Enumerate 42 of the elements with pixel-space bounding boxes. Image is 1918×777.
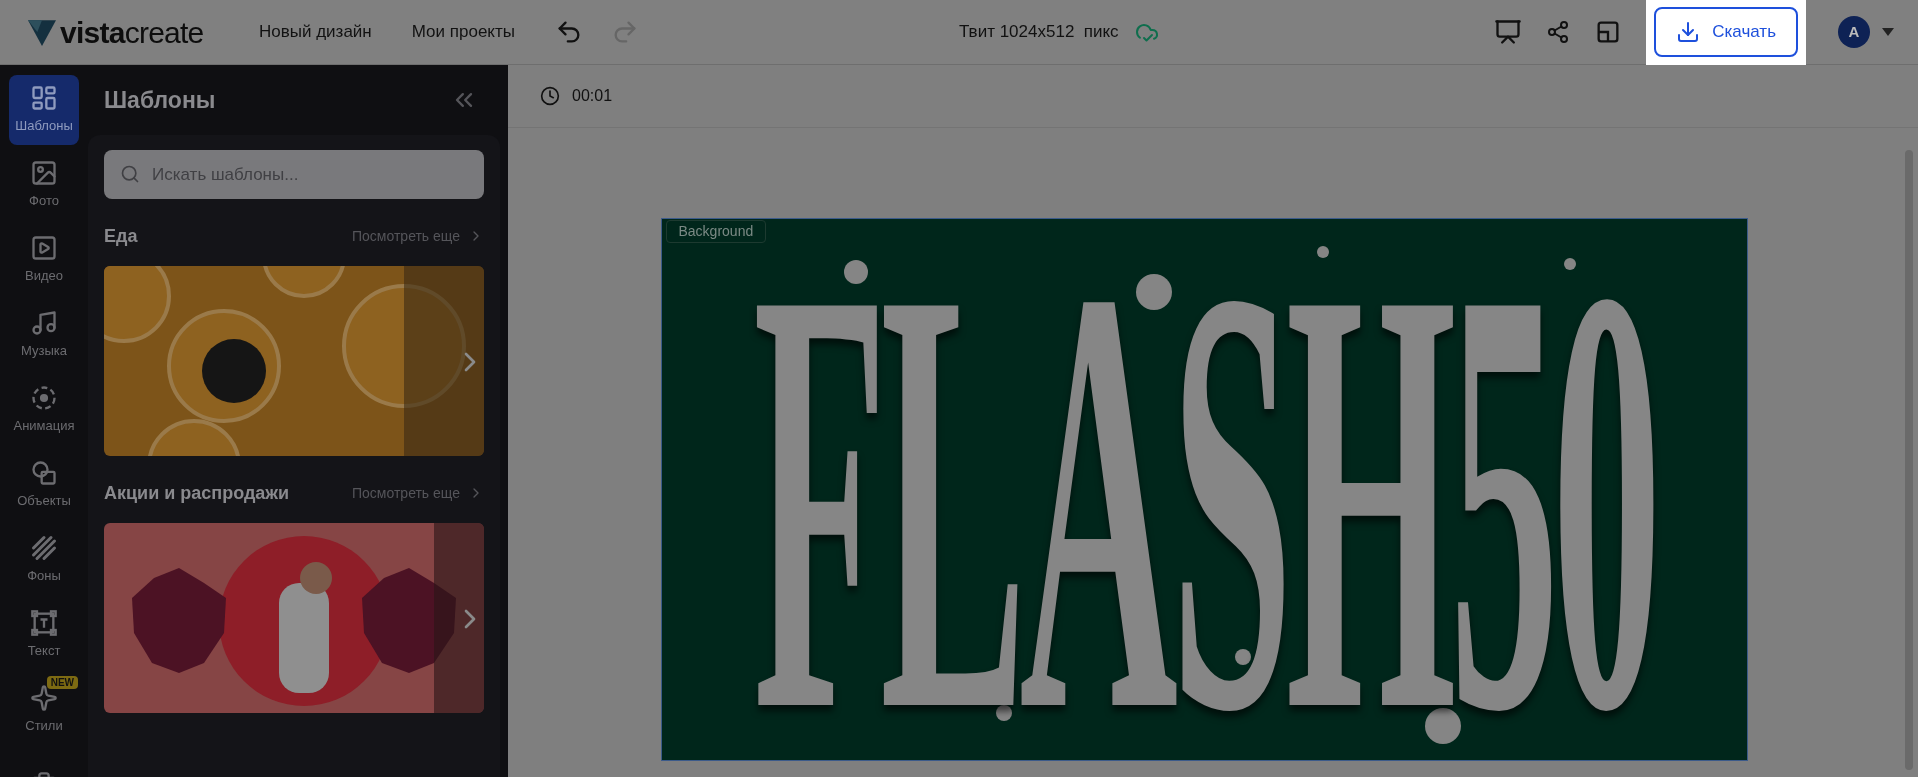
play-icon (30, 234, 58, 263)
sidebar-item[interactable]: Объекты (9, 450, 79, 520)
stripes-icon (30, 534, 58, 563)
sidebar-item[interactable]: Видео (9, 225, 79, 295)
music-icon (30, 309, 58, 338)
sidebar-item[interactable]: NEW Стили (9, 675, 79, 745)
new-badge: NEW (46, 676, 78, 689)
sidebar-item[interactable]: Фото (9, 150, 79, 220)
image-icon (30, 159, 58, 188)
time-text: 00:01 (572, 86, 613, 106)
sidebar-item[interactable]: Текст (9, 600, 79, 670)
animation-icon (30, 384, 58, 413)
text-box-icon (30, 609, 58, 638)
sidebar-item[interactable]: Шаблоны (9, 75, 79, 145)
sparkle-icon (30, 684, 58, 713)
share-icon[interactable] (1546, 20, 1571, 44)
caret-icon[interactable] (1882, 28, 1894, 36)
logo[interactable]: vistacreate (28, 9, 243, 55)
search-icon (120, 164, 140, 184)
document-title[interactable]: Твит 1024x512 пикс (959, 19, 1119, 45)
download-icon (1676, 20, 1701, 44)
shapes-icon (30, 459, 58, 488)
logo-text: vistacreate (60, 14, 204, 51)
sidebar-item[interactable]: Музыка (9, 300, 79, 370)
download-button[interactable]: Скачать (1654, 7, 1798, 57)
grid-icon (30, 84, 58, 113)
nav-link[interactable]: Мои проекты (411, 19, 515, 45)
sidebar-item[interactable]: Фоны (9, 525, 79, 595)
layer-label: Background (665, 220, 767, 243)
sidebar-item[interactable]: Анимация (9, 375, 79, 445)
section-title: Еда (104, 224, 138, 248)
clock-icon (540, 86, 560, 106)
headline-text[interactable]: FLASH50 (753, 279, 1655, 720)
logo-triangle-icon (28, 18, 56, 46)
panel-title: Шаблоны (104, 85, 216, 115)
presentation-icon[interactable] (1494, 18, 1523, 46)
section-title: Акции и распродажи (104, 481, 290, 505)
search-field[interactable]: Искать шаблоны... (104, 150, 484, 199)
avatar[interactable]: A (1838, 16, 1870, 48)
see-more-link[interactable]: Посмотреть еще (352, 225, 484, 247)
nav-link[interactable]: Новый дизайн (259, 19, 372, 45)
see-more-link[interactable]: Посмотреть еще (352, 482, 484, 504)
